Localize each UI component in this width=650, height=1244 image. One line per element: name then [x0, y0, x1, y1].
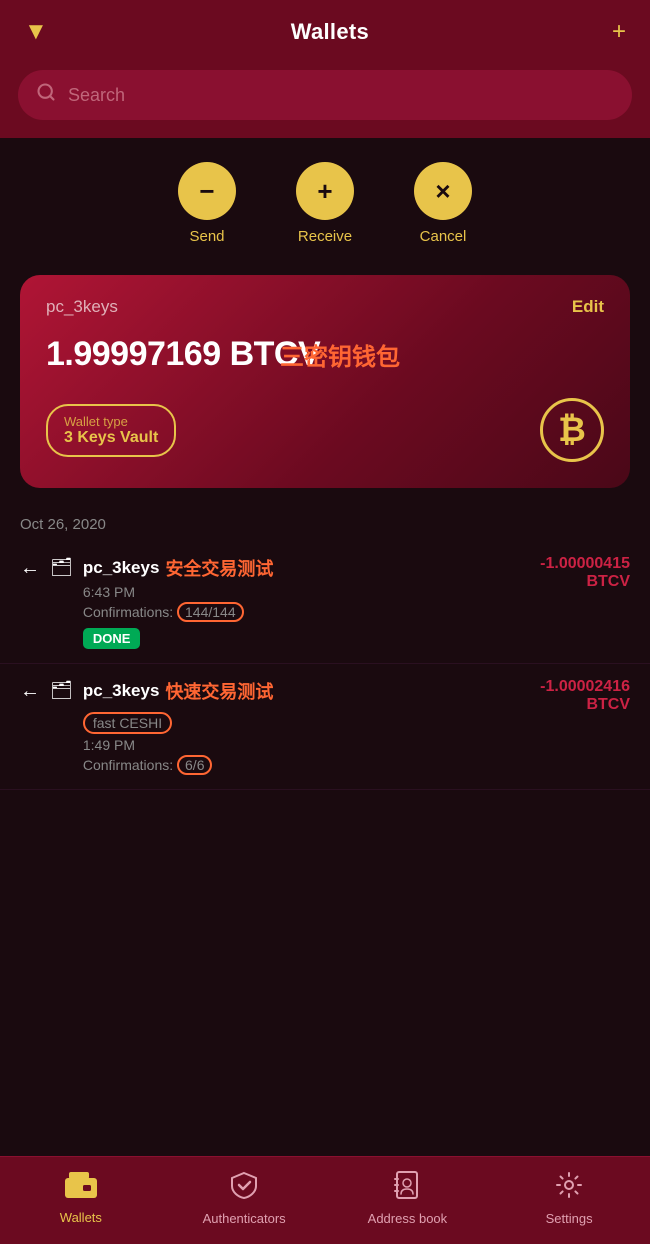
- tx-amount-2: -1.00002416 BTCV: [540, 678, 630, 714]
- tx-info-2: pc_3keys 快速交易测试 fast CESHI 1:49 PM Confi…: [83, 678, 530, 775]
- date-separator: Oct 26, 2020: [0, 498, 650, 541]
- tx-direction-icon-2: ←: [20, 680, 40, 703]
- wallet-card-header: pc_3keys Edit: [46, 297, 604, 317]
- cancel-button[interactable]: ×: [414, 162, 472, 220]
- tx-confirmations-value-1: 144/144: [177, 602, 244, 622]
- authenticators-icon: [230, 1171, 258, 1206]
- header-title: Wallets: [291, 19, 369, 45]
- tx-annotation-2: 快速交易测试: [165, 678, 273, 704]
- tx-confirmations-2: Confirmations: 6/6: [83, 755, 530, 775]
- add-icon[interactable]: +: [612, 18, 626, 46]
- cancel-action[interactable]: × Cancel: [414, 162, 472, 245]
- tx-wallet-icon-2: 🗂: [50, 680, 73, 701]
- wallet-edit-button[interactable]: Edit: [572, 297, 604, 317]
- tx-time-1: 6:43 PM: [83, 584, 530, 600]
- send-label: Send: [189, 228, 224, 245]
- nav-item-address-book[interactable]: Address book: [367, 1171, 447, 1226]
- wallet-footer: Wallet type 3 Keys Vault ₿: [46, 398, 604, 462]
- wallet-type-box: Wallet type 3 Keys Vault: [46, 404, 176, 457]
- wallet-name: pc_3keys: [46, 297, 118, 317]
- action-row: − Send + Receive × Cancel: [0, 138, 650, 255]
- wallet-type-value: 3 Keys Vault: [64, 429, 158, 447]
- search-inner[interactable]: [18, 70, 632, 120]
- wallet-card[interactable]: pc_3keys Edit 1.99997169 BTCV Wallet typ…: [20, 275, 630, 488]
- nav-label-wallets: Wallets: [60, 1210, 102, 1225]
- address-book-icon: [394, 1171, 420, 1206]
- send-button[interactable]: −: [178, 162, 236, 220]
- tx-fast-badge-2: fast CESHI: [83, 712, 172, 734]
- tx-done-badge-1: DONE: [83, 628, 141, 649]
- nav-item-authenticators[interactable]: Authenticators: [203, 1171, 286, 1226]
- nav-label-address-book: Address book: [368, 1211, 448, 1226]
- tx-direction-icon-1: ←: [20, 557, 40, 580]
- tx-confirmations-1: Confirmations: 144/144: [83, 602, 530, 622]
- tx-amount-currency-1: BTCV: [540, 573, 630, 591]
- nav-item-wallets[interactable]: Wallets: [41, 1172, 121, 1225]
- nav-item-settings[interactable]: Settings: [529, 1171, 609, 1226]
- receive-label: Receive: [298, 228, 352, 245]
- tx-info-1: pc_3keys 安全交易测试 6:43 PM Confirmations: 1…: [83, 555, 530, 649]
- wallets-icon: [65, 1172, 97, 1205]
- transaction-item-1[interactable]: ← 🗂 pc_3keys 安全交易测试 6:43 PM Confirmation…: [0, 541, 650, 664]
- tx-annotation-1: 安全交易测试: [165, 555, 273, 581]
- cancel-label: Cancel: [420, 228, 467, 245]
- tx-time-2: 1:49 PM: [83, 737, 530, 753]
- tx-amount-value-2: -1.00002416: [540, 678, 630, 695]
- tx-confirmations-value-2: 6/6: [177, 755, 212, 775]
- tx-amount-1: -1.00000415 BTCV: [540, 555, 630, 591]
- tx-left-1: ← 🗂 pc_3keys 安全交易测试 6:43 PM Confirmation…: [20, 555, 530, 649]
- search-bar: [0, 60, 650, 138]
- wallet-type-label: Wallet type: [64, 414, 158, 429]
- tx-amount-value-1: -1.00000415: [540, 555, 630, 572]
- receive-button[interactable]: +: [296, 162, 354, 220]
- tx-amount-currency-2: BTCV: [540, 696, 630, 714]
- search-input[interactable]: [68, 85, 614, 106]
- nav-label-settings: Settings: [546, 1211, 593, 1226]
- bottom-nav: Wallets Authenticators Address book: [0, 1156, 650, 1244]
- nav-label-authenticators: Authenticators: [203, 1211, 286, 1226]
- wallet-balance: 1.99997169 BTCV: [46, 335, 604, 374]
- tx-wallet-name-2: pc_3keys: [83, 681, 160, 701]
- filter-icon[interactable]: ▼: [24, 18, 48, 46]
- tx-wallet-name-1: pc_3keys: [83, 558, 160, 578]
- transaction-item-2[interactable]: ← 🗂 pc_3keys 快速交易测试 fast CESHI 1:49 PM C…: [0, 664, 650, 790]
- send-action[interactable]: − Send: [178, 162, 236, 245]
- wallet-card-section: pc_3keys Edit 1.99997169 BTCV Wallet typ…: [0, 255, 650, 498]
- settings-icon: [555, 1171, 583, 1206]
- tx-left-2: ← 🗂 pc_3keys 快速交易测试 fast CESHI 1:49 PM C…: [20, 678, 530, 775]
- receive-action[interactable]: + Receive: [296, 162, 354, 245]
- header: ▼ Wallets +: [0, 0, 650, 60]
- btc-logo: ₿: [540, 398, 604, 462]
- search-icon: [36, 82, 56, 108]
- tx-wallet-icon-1: 🗂: [50, 557, 73, 578]
